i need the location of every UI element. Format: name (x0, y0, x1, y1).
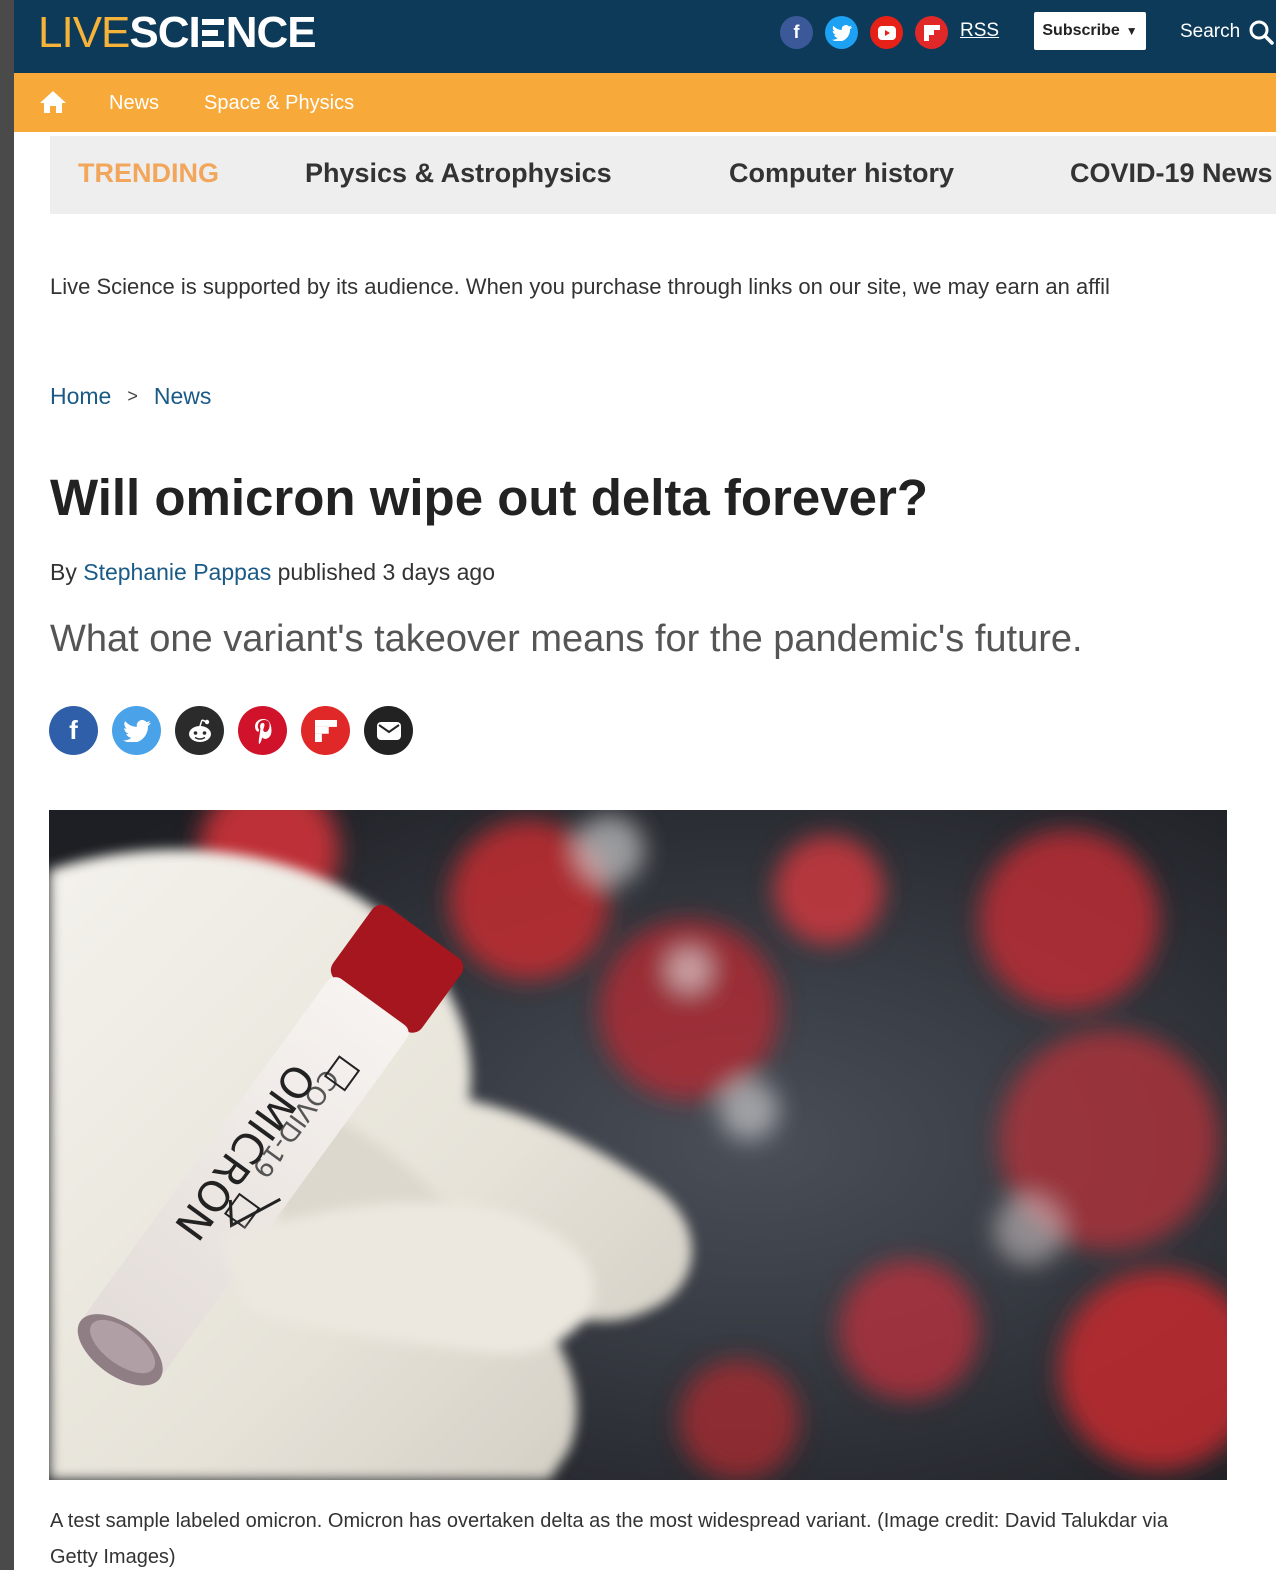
home-icon[interactable] (38, 89, 68, 115)
image-caption: A test sample labeled omicron. Omicron h… (50, 1510, 1168, 1568)
breadcrumb-news[interactable]: News (154, 383, 212, 410)
header-social-links: f (780, 16, 948, 49)
facebook-icon[interactable]: f (49, 706, 98, 755)
subscribe-label: Subscribe (1042, 22, 1120, 39)
site-header: LIVESCI NCE f RSS Subscribe ▼ Search (14, 0, 1276, 73)
breadcrumb: Home > News (50, 383, 211, 410)
article-title: Will omicron wipe out delta forever? (50, 469, 928, 526)
author-link[interactable]: Stephanie Pappas (83, 559, 271, 585)
flipboard-icon[interactable] (915, 16, 948, 49)
trending-item-computer-history[interactable]: Computer history (729, 158, 954, 189)
byline: By Stephanie Pappas published 3 days ago (50, 559, 495, 586)
rss-link[interactable]: RSS (960, 20, 999, 42)
site-logo[interactable]: LIVESCI NCE (38, 8, 317, 57)
byline-prefix: By (50, 559, 77, 585)
trending-bar: TRENDING Physics & Astrophysics Computer… (50, 136, 1276, 214)
breadcrumb-home[interactable]: Home (50, 383, 111, 410)
flipboard-icon[interactable] (301, 706, 350, 755)
search-label: Search (1180, 21, 1241, 42)
search-button[interactable]: Search (1180, 19, 1274, 45)
facebook-icon[interactable]: f (780, 16, 813, 49)
trending-label: TRENDING (78, 158, 219, 188)
published-date: published 3 days ago (277, 559, 496, 585)
email-icon[interactable] (364, 706, 413, 755)
trending-item-covid[interactable]: COVID-19 News (1070, 158, 1273, 189)
youtube-icon[interactable] (870, 16, 903, 49)
omicron-test-tube-photo: COVID-19 OMICRON (49, 810, 1227, 1480)
twitter-icon[interactable] (825, 16, 858, 49)
share-buttons: f (49, 706, 413, 755)
left-window-edge (0, 0, 14, 1570)
main-nav: News Space & Physics (14, 73, 1276, 132)
nav-item-news[interactable]: News (109, 92, 159, 115)
nav-item-space-physics[interactable]: Space & Physics (204, 92, 354, 115)
subscribe-button[interactable]: Subscribe ▼ (1034, 12, 1146, 50)
article-hero-image: COVID-19 OMICRON (49, 810, 1227, 1480)
article-strapline: What one variant's takeover means for th… (50, 618, 1083, 660)
breadcrumb-separator: > (127, 386, 138, 406)
search-icon (1249, 20, 1274, 45)
logo-part-live: LIVE (38, 8, 130, 57)
twitter-icon[interactable] (112, 706, 161, 755)
affiliate-notice: Live Science is supported by its audienc… (50, 274, 1110, 299)
caret-down-icon: ▼ (1125, 24, 1138, 38)
trending-item-physics[interactable]: Physics & Astrophysics (305, 158, 612, 189)
logo-e-glyph (200, 8, 226, 57)
reddit-icon[interactable] (175, 706, 224, 755)
page: LIVESCI NCE f RSS Subscribe ▼ Search News (14, 0, 1276, 1570)
logo-part-nce: NCE (225, 8, 317, 57)
pinterest-icon[interactable] (238, 706, 287, 755)
logo-part-sci: SCI (129, 8, 200, 57)
